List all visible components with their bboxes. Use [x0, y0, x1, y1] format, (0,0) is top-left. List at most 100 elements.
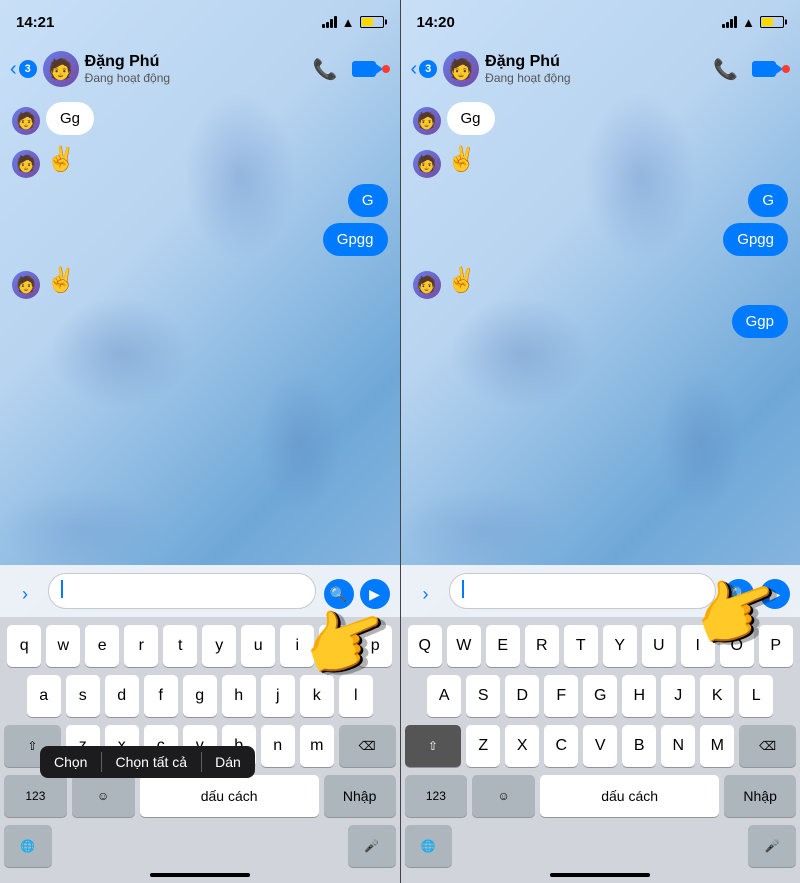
send-button-left[interactable]: ▶	[360, 579, 390, 609]
contact-status-right: Đang hoạt động	[485, 71, 707, 85]
key-n[interactable]: n	[261, 725, 295, 767]
key-T[interactable]: T	[564, 625, 598, 667]
key-h[interactable]: h	[222, 675, 256, 717]
key-t[interactable]: t	[163, 625, 197, 667]
home-indicator-right	[550, 873, 650, 877]
msg-avatar-2: 🧑	[12, 150, 40, 178]
key-Z[interactable]: Z	[466, 725, 500, 767]
key-H[interactable]: H	[622, 675, 656, 717]
key-C[interactable]: C	[544, 725, 578, 767]
text-input-left[interactable]	[48, 573, 316, 609]
msg-bubble-3: G	[348, 184, 388, 217]
send-button-right[interactable]: ▶	[760, 579, 790, 609]
context-item-dan[interactable]: Dán	[201, 746, 255, 778]
text-input-right[interactable]	[449, 573, 717, 609]
key-a[interactable]: a	[27, 675, 61, 717]
key-E[interactable]: E	[486, 625, 520, 667]
key-D[interactable]: D	[505, 675, 539, 717]
sticker-button-left[interactable]: 🔍	[324, 579, 354, 609]
key-o[interactable]: o	[319, 625, 353, 667]
key-globe-left[interactable]: 🌐	[4, 825, 52, 867]
context-item-chon[interactable]: Chọn	[40, 746, 101, 778]
key-mic-left[interactable]: 🎤	[348, 825, 396, 867]
key-r[interactable]: r	[124, 625, 158, 667]
key-u[interactable]: u	[241, 625, 275, 667]
expand-button-left[interactable]: ›	[10, 579, 40, 609]
chat-header-right: ‹ 3 🧑 Đặng Phú Đang hoạt động 📞	[401, 44, 800, 94]
key-f[interactable]: f	[144, 675, 178, 717]
key-delete-right[interactable]: ⌫	[739, 725, 796, 767]
key-return-right[interactable]: Nhập	[724, 775, 796, 817]
key-Y[interactable]: Y	[603, 625, 637, 667]
back-chevron-icon: ‹	[10, 59, 17, 79]
contact-info-right: Đặng Phú Đang hoạt động	[485, 53, 707, 85]
keyboard-row-3-right: ⇧ Z X C V B N M ⌫	[405, 725, 797, 767]
signal-icon-right	[722, 16, 737, 28]
video-button-right[interactable]	[752, 61, 790, 77]
back-button-left[interactable]: ‹ 3	[10, 59, 37, 79]
key-X[interactable]: X	[505, 725, 539, 767]
key-d[interactable]: d	[105, 675, 139, 717]
key-123-left[interactable]: 123	[4, 775, 67, 817]
key-i[interactable]: i	[280, 625, 314, 667]
contact-name-left: Đặng Phú	[85, 53, 307, 71]
sticker-button-right[interactable]: 🔍	[724, 579, 754, 609]
key-V[interactable]: V	[583, 725, 617, 767]
context-item-chon-tat-ca[interactable]: Chọn tất cả	[101, 746, 201, 778]
key-K[interactable]: K	[700, 675, 734, 717]
msg-row-5: 🧑 ✌️	[12, 262, 388, 299]
key-y[interactable]: y	[202, 625, 236, 667]
key-M[interactable]: M	[700, 725, 734, 767]
key-m[interactable]: m	[300, 725, 334, 767]
key-p[interactable]: p	[358, 625, 392, 667]
wifi-icon: ▲	[342, 15, 355, 30]
msg-bubble-r6: Ggp	[732, 305, 788, 338]
key-s[interactable]: s	[66, 675, 100, 717]
key-F[interactable]: F	[544, 675, 578, 717]
key-emoji-right[interactable]: ☺	[472, 775, 535, 817]
key-G[interactable]: G	[583, 675, 617, 717]
key-shift-right[interactable]: ⇧	[405, 725, 462, 767]
key-q[interactable]: q	[7, 625, 41, 667]
key-R[interactable]: R	[525, 625, 559, 667]
key-N[interactable]: N	[661, 725, 695, 767]
back-chevron-icon-right: ‹	[411, 59, 418, 79]
key-B[interactable]: B	[622, 725, 656, 767]
expand-button-right[interactable]: ›	[411, 579, 441, 609]
msg-avatar-r2: 🧑	[413, 150, 441, 178]
key-globe-right[interactable]: 🌐	[405, 825, 453, 867]
key-L[interactable]: L	[739, 675, 773, 717]
key-mic-right[interactable]: 🎤	[748, 825, 796, 867]
key-P[interactable]: P	[759, 625, 793, 667]
key-Q[interactable]: Q	[408, 625, 442, 667]
key-w[interactable]: w	[46, 625, 80, 667]
key-g[interactable]: g	[183, 675, 217, 717]
phone-icon-left[interactable]: 📞	[313, 57, 338, 82]
key-U[interactable]: U	[642, 625, 676, 667]
phone-icon-right[interactable]: 📞	[713, 57, 738, 82]
key-123-right[interactable]: 123	[405, 775, 468, 817]
msg-bubble-2: ✌️	[46, 141, 76, 178]
key-return-left[interactable]: Nhập	[324, 775, 396, 817]
key-space-left[interactable]: dấu cách	[140, 775, 319, 817]
key-I[interactable]: I	[681, 625, 715, 667]
contact-avatar-right: 🧑	[443, 51, 479, 87]
msg-bubble-1: Gg	[46, 102, 94, 135]
key-space-right[interactable]: dấu cách	[540, 775, 719, 817]
msg-bubble-4: Gpgg	[323, 223, 388, 256]
video-button-left[interactable]	[352, 61, 390, 77]
key-j[interactable]: j	[261, 675, 295, 717]
back-button-right[interactable]: ‹ 3	[411, 59, 438, 79]
key-O[interactable]: O	[720, 625, 754, 667]
key-A[interactable]: A	[427, 675, 461, 717]
key-emoji-left[interactable]: ☺	[72, 775, 135, 817]
key-l[interactable]: l	[339, 675, 373, 717]
key-S[interactable]: S	[466, 675, 500, 717]
msg-row-r4: Gpgg	[413, 223, 789, 256]
key-W[interactable]: W	[447, 625, 481, 667]
key-k[interactable]: k	[300, 675, 334, 717]
key-delete-left[interactable]: ⌫	[339, 725, 396, 767]
contact-info-left: Đặng Phú Đang hoạt động	[85, 53, 307, 85]
key-J[interactable]: J	[661, 675, 695, 717]
key-e[interactable]: e	[85, 625, 119, 667]
